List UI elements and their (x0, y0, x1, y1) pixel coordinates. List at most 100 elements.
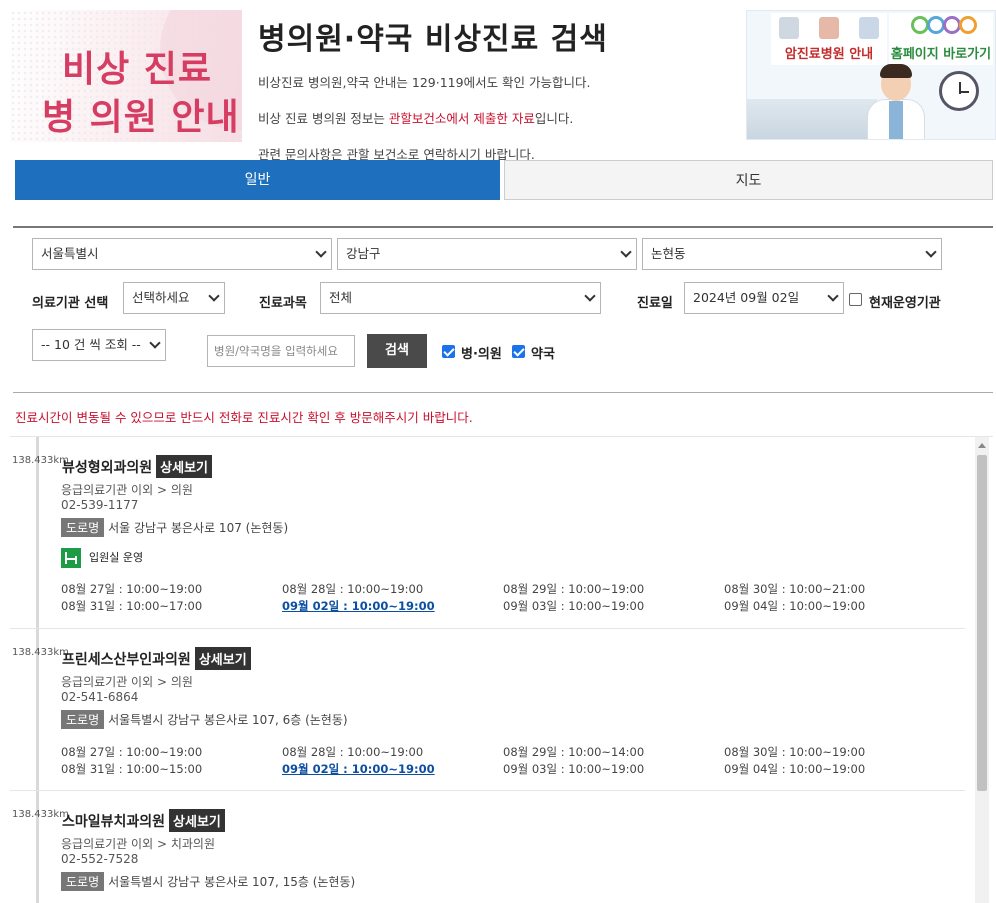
road-name-tag: 도로명 (61, 710, 105, 729)
date-select[interactable]: 2024년 09월 02일 (684, 282, 844, 314)
phone-number: 02-539-1177 (61, 498, 139, 512)
page-size-value: -- 10 건 씩 조회 -- (41, 337, 141, 352)
inpatient-badge: 입원실 운영 (61, 548, 143, 568)
homepage-link-label: 홈페이지 바로가기 (890, 47, 992, 62)
road-address: 도로명 서울 강남구 봉은사로 107 (논현동) (61, 518, 288, 537)
institution-name: 뷰성형외과의원 상세보기 (62, 455, 213, 478)
schedule-entry: 08월 30일 : 10:00~21:00 (724, 582, 866, 596)
schedule-entry: 08월 31일 : 10:00~15:00 (61, 762, 203, 776)
schedule-entry: 09월 04일 : 10:00~19:00 (724, 599, 866, 613)
department-select[interactable]: 전체 (320, 282, 601, 314)
chevron-down-icon (584, 290, 596, 302)
schedule-entry: 08월 28일 : 10:00~19:00 (282, 582, 424, 596)
hospital-bed-icon (61, 548, 81, 568)
address-text: 서울 강남구 봉은사로 107 (논현동) (108, 521, 289, 535)
page-size-select[interactable]: -- 10 건 씩 조회 -- (32, 329, 166, 361)
chevron-down-icon (827, 290, 839, 302)
road-address: 도로명 서울특별시 강남구 봉은사로 107, 6층 (논현동) (61, 710, 348, 729)
logo-line-2: 병 의원 안내 (42, 97, 240, 138)
hospital-checkbox[interactable] (442, 345, 455, 358)
institution-name-text: 프린세스산부인과의원 (62, 652, 191, 668)
institution-name-text: 뷰성형외과의원 (62, 460, 153, 476)
city-skyline-illustration (747, 99, 877, 139)
date-select-value: 2024년 09월 02일 (693, 290, 800, 305)
distance-label: 138.433km (12, 647, 69, 658)
logo-line-1: 비상 진료 (62, 49, 213, 90)
clock-icon (939, 71, 979, 111)
ambulance-icon (859, 17, 879, 39)
side-banner: 암진료병원 안내 홈페이지 바로가기 (746, 10, 996, 140)
institution-name: 프린세스산부인과의원 상세보기 (62, 647, 251, 670)
district-select-value: 강남구 (346, 246, 381, 261)
pharmacy-checkbox-label: 약국 (531, 347, 555, 362)
schedule-entry: 08월 28일 : 10:00~19:00 (282, 745, 424, 759)
title-block: 병의원·약국 비상진료 검색 비상진료 병의원,약국 안내는 129·119에서… (258, 14, 748, 163)
institution-label: 의료기관 선택 (32, 296, 109, 311)
distance-label: 138.433km (12, 809, 69, 820)
district-select[interactable]: 강남구 (337, 238, 637, 270)
road-name-tag: 도로명 (61, 518, 105, 537)
description-line-1: 비상진료 병의원,약국 안내는 129·119에서도 확인 가능합니다. (258, 75, 591, 90)
description-2-suffix: 입니다. (534, 111, 574, 126)
chevron-down-icon (149, 337, 161, 349)
chevron-down-icon (925, 246, 937, 258)
schedule-entry: 08월 31일 : 10:00~17:00 (61, 599, 203, 613)
scrollbar-thumb[interactable] (977, 455, 987, 791)
institution-select[interactable]: 선택하세요 (123, 282, 225, 314)
results-scrollbar[interactable] (975, 437, 989, 903)
page-header: 비상 진료 병 의원 안내 병의원·약국 비상진료 검색 비상진료 병의원,약국… (0, 0, 996, 162)
description-line-2: 비상 진료 병의원 정보는 관할보건소에서 제출한 자료입니다. (258, 108, 748, 127)
institution-category: 응급의료기관 이외 > 의원 (61, 483, 193, 497)
dong-select[interactable]: 논현동 (642, 238, 942, 270)
description-2-highlight: 관할보건소에서 제출한 자료 (388, 111, 535, 126)
chevron-down-icon (315, 246, 327, 258)
result-item: 138.433km 스마일뷰치과의원 상세보기 응급의료기관 이외 > 치과의원 … (10, 791, 965, 903)
phone-number: 02-541-6864 (61, 690, 139, 704)
operating-now-checkbox[interactable] (849, 293, 862, 306)
phone-number: 02-552-7528 (61, 852, 139, 866)
institution-name-text: 스마일뷰치과의원 (62, 814, 166, 830)
city-select[interactable]: 서울특별시 (32, 238, 332, 270)
institution-name: 스마일뷰치과의원 상세보기 (62, 809, 225, 832)
road-name-tag: 도로명 (61, 872, 105, 891)
road-address: 도로명 서울특별시 강남구 봉은사로 107, 15층 (논현동) (61, 872, 355, 891)
city-select-value: 서울특별시 (41, 246, 99, 261)
doctor-hair (880, 64, 912, 78)
homepage-link-banner[interactable]: 홈페이지 바로가기 (889, 13, 993, 65)
department-select-value: 전체 (329, 290, 353, 305)
hospital-building-icon (779, 17, 799, 39)
result-item: 138.433km 뷰성형외과의원 상세보기 응급의료기관 이외 > 의원 02-… (10, 437, 965, 629)
doctor-shirt (889, 101, 903, 139)
date-label: 진료일 (637, 296, 673, 311)
institution-select-value: 선택하세요 (132, 290, 190, 305)
schedule-entry: 08월 30일 : 10:00~19:00 (724, 745, 866, 759)
emergency-care-logo: 비상 진료 병 의원 안내 (10, 10, 242, 142)
schedule-entry-today[interactable]: 09월 02일 : 10:00~19:00 (282, 761, 435, 777)
inpatient-label: 입원실 운영 (89, 551, 144, 564)
cancer-hospital-banner[interactable]: 암진료병원 안내 (771, 13, 887, 65)
schedule-entry-today[interactable]: 09월 02일 : 10:00~19:00 (282, 598, 435, 614)
schedule-entry: 08월 27일 : 10:00~19:00 (61, 745, 203, 759)
detail-view-button[interactable]: 상세보기 (194, 647, 251, 670)
doctor-illustration (865, 63, 927, 139)
cancer-hospital-label: 암진료병원 안내 (784, 47, 874, 62)
schedule-warning-notice: 진료시간이 변동될 수 있으므로 반드시 전화로 진료시간 확인 후 방문해주시… (15, 410, 473, 425)
address-text: 서울특별시 강남구 봉은사로 107, 15층 (논현동) (108, 875, 356, 889)
tab-map[interactable]: 지도 (504, 160, 993, 200)
tab-general[interactable]: 일반 (15, 160, 500, 200)
results-list: 138.433km 뷰성형외과의원 상세보기 응급의료기관 이외 > 의원 02-… (10, 436, 993, 903)
search-button[interactable]: 검색 (367, 334, 427, 368)
view-tabs: 일반 지도 (15, 160, 993, 200)
detail-view-button[interactable]: 상세보기 (156, 455, 213, 478)
description-2-prefix: 비상 진료 병의원 정보는 (258, 111, 389, 126)
chevron-down-icon (208, 290, 220, 302)
search-filters: 서울특별시 강남구 논현동 의료기관 선택 선택하세요 진료과목 전체 진료일 … (13, 226, 993, 393)
address-text: 서울특별시 강남구 봉은사로 107, 6층 (논현동) (108, 713, 348, 727)
page-title: 병의원·약국 비상진료 검색 (258, 22, 608, 57)
scroll-up-arrow-icon[interactable] (978, 443, 986, 448)
schedule-entry: 09월 03일 : 10:00~19:00 (503, 599, 645, 613)
detail-view-button[interactable]: 상세보기 (169, 809, 225, 832)
pharmacy-checkbox[interactable] (512, 345, 525, 358)
search-input[interactable]: 병원/약국명을 입력하세요 (207, 335, 355, 367)
schedule-entry: 08월 27일 : 10:00~19:00 (61, 582, 203, 596)
